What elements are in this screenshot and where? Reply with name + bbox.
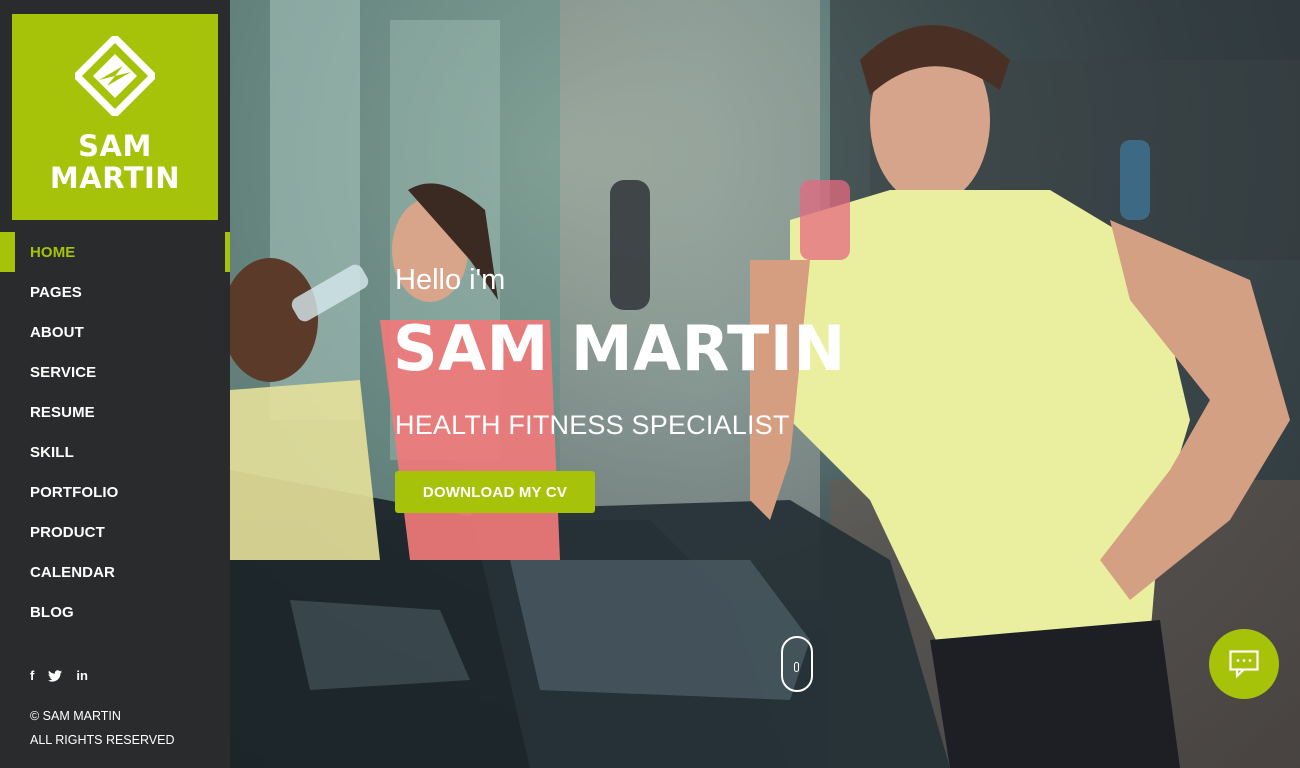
nav-item-home[interactable]: HOME — [0, 232, 230, 272]
nav-item-label: SERVICE — [30, 363, 97, 381]
footer-text: © SAM MARTIN ALL RIGHTS RESERVED — [30, 704, 175, 752]
nav-item-service[interactable]: SERVICE — [0, 352, 230, 392]
main-nav: HOME PAGES ABOUT SERVICE RESUME SKILL PO… — [0, 232, 230, 632]
nav-item-label: ABOUT — [30, 323, 84, 341]
rights-reserved: ALL RIGHTS RESERVED — [30, 733, 175, 747]
nav-item-label: PAGES — [30, 283, 82, 301]
diamond-logo-icon — [75, 36, 155, 116]
logo[interactable]: SAM MARTIN — [12, 14, 218, 220]
twitter-icon[interactable] — [48, 669, 63, 682]
nav-item-product[interactable]: PRODUCT — [0, 512, 230, 552]
facebook-icon[interactable]: f — [30, 668, 34, 683]
nav-item-label: SKILL — [30, 443, 74, 461]
social-links: f in — [30, 668, 88, 683]
logo-line-1: SAM — [78, 129, 152, 163]
logo-line-2: MARTIN — [49, 161, 181, 195]
nav-item-calendar[interactable]: CALENDAR — [0, 552, 230, 592]
mouse-wheel — [794, 662, 799, 672]
mouse-scroll-icon[interactable] — [781, 636, 813, 692]
sidebar: SAM MARTIN HOME PAGES ABOUT SERVICE RESU… — [0, 0, 230, 768]
chat-button[interactable] — [1209, 629, 1279, 699]
nav-item-label: RESUME — [30, 403, 95, 421]
nav-item-skill[interactable]: SKILL — [0, 432, 230, 472]
nav-item-label: CALENDAR — [30, 563, 115, 581]
nav-item-resume[interactable]: RESUME — [0, 392, 230, 432]
nav-item-label: BLOG — [30, 603, 74, 621]
nav-item-blog[interactable]: BLOG — [0, 592, 230, 632]
chat-bubble-icon — [1229, 650, 1259, 678]
hero-name: SAM MARTIN — [393, 312, 846, 385]
logo-text: SAM MARTIN — [50, 130, 180, 194]
hero-section: Hello i'm SAM MARTIN HEALTH FITNESS SPEC… — [230, 0, 1300, 768]
nav-item-label: PRODUCT — [30, 523, 105, 541]
nav-item-about[interactable]: ABOUT — [0, 312, 230, 352]
download-cv-button[interactable]: DOWNLOAD MY CV — [395, 471, 595, 513]
nav-item-label: PORTFOLIO — [30, 483, 119, 501]
nav-item-label: HOME — [30, 243, 76, 261]
copyright: © SAM MARTIN — [30, 709, 121, 723]
nav-item-pages[interactable]: PAGES — [0, 272, 230, 312]
linkedin-icon[interactable]: in — [76, 668, 88, 683]
nav-item-portfolio[interactable]: PORTFOLIO — [0, 472, 230, 512]
hero-greeting: Hello i'm — [395, 264, 506, 296]
hero-subtitle: HEALTH FITNESS SPECIALIST — [395, 410, 790, 440]
